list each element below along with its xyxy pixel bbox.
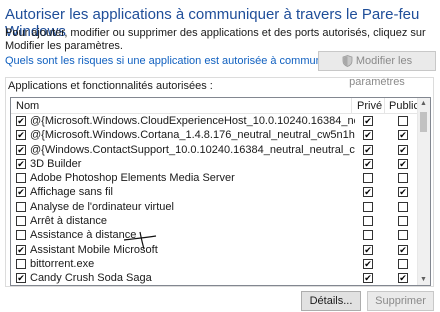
app-enabled-checkbox[interactable] [16,201,26,212]
private-checkbox[interactable]: ✔ [363,144,373,155]
allowed-apps-list[interactable]: Nom Privé Public ✔ @{Microsoft.Windows.Cl… [10,97,431,286]
private-checkbox[interactable]: ✔ [363,273,373,284]
modify-settings-button[interactable]: Modifier les paramètres [318,51,436,88]
public-checkbox[interactable]: ✔ [398,273,408,284]
list-item[interactable]: ✔ Affichage sans fil ✔ ✔ [11,186,419,200]
private-checkbox[interactable]: ✔ [363,130,373,141]
public-checkbox[interactable] [398,258,408,269]
app-name: Assistant Mobile Microsoft [30,243,158,256]
list-item[interactable]: Adobe Photoshop Elements Media Server [11,172,419,186]
remove-button[interactable]: Supprimer [367,291,434,311]
list-item[interactable]: Arrêt à distance [11,215,419,229]
app-name: 3D Builder [30,157,82,170]
column-public-header[interactable]: Public [389,100,419,112]
app-enabled-checkbox[interactable]: ✔ [16,273,26,284]
private-checkbox[interactable]: ✔ [363,258,373,269]
app-name: @{Microsoft.Windows.CloudExperienceHost_… [30,115,355,127]
vertical-scrollbar[interactable]: ▲ ▼ [417,98,430,285]
public-checkbox[interactable]: ✔ [398,144,408,155]
details-button[interactable]: Détails... [301,291,361,311]
app-enabled-checkbox[interactable]: ✔ [16,187,26,198]
scroll-up-arrow-icon[interactable]: ▲ [420,100,427,107]
public-checkbox[interactable]: ✔ [398,244,408,255]
app-name: Analyse de l'ordinateur virtuel [30,200,174,213]
app-name: Arrêt à distance [30,215,108,228]
list-item[interactable]: ✔ 3D Builder ✔ ✔ [11,158,419,172]
private-checkbox[interactable] [363,230,373,241]
private-checkbox[interactable]: ✔ [363,116,373,126]
private-checkbox[interactable]: ✔ [363,187,373,198]
app-name: Adobe Photoshop Elements Media Server [30,172,235,185]
public-checkbox[interactable] [398,116,408,126]
app-enabled-checkbox[interactable]: ✔ [16,244,26,255]
allowed-apps-label: Applications et fonctionnalités autorisé… [8,80,213,92]
page-description: Pour ajouter, modifier ou supprimer des … [5,27,426,52]
uac-shield-icon [342,55,353,73]
scrollbar-thumb[interactable] [420,112,427,132]
list-item[interactable]: bittorrent.exe ✔ [11,258,419,272]
column-divider[interactable] [384,98,385,113]
list-item[interactable]: ✔ @{Microsoft.Windows.Cortana_1.4.8.176_n… [11,129,419,143]
public-checkbox[interactable]: ✔ [398,130,408,141]
private-checkbox[interactable]: ✔ [363,158,373,169]
public-checkbox[interactable]: ✔ [398,187,408,198]
list-item[interactable]: ✔ @{Microsoft.Windows.CloudExperienceHost… [11,115,419,129]
private-checkbox[interactable]: ✔ [363,244,373,255]
app-enabled-checkbox[interactable]: ✔ [16,158,26,169]
app-name: Candy Crush Soda Saga [30,272,152,285]
private-checkbox[interactable] [363,216,373,227]
app-name: @{Windows.ContactSupport_10.0.10240.1638… [30,143,355,156]
list-item[interactable]: ✔ @{Windows.ContactSupport_10.0.10240.163… [11,144,419,158]
list-item[interactable]: ✔ Assistant Mobile Microsoft ✔ ✔ [11,244,419,258]
app-enabled-checkbox[interactable] [16,173,26,184]
public-checkbox[interactable]: ✔ [398,158,408,169]
column-divider[interactable] [351,98,352,113]
app-enabled-checkbox[interactable] [16,216,26,227]
app-enabled-checkbox[interactable]: ✔ [16,116,26,126]
scroll-down-arrow-icon[interactable]: ▼ [420,276,427,283]
app-enabled-checkbox[interactable] [16,258,26,269]
handwritten-mark [123,231,157,250]
public-checkbox[interactable] [398,230,408,241]
list-item[interactable]: Analyse de l'ordinateur virtuel [11,201,419,215]
app-enabled-checkbox[interactable]: ✔ [16,144,26,155]
app-name: bittorrent.exe [30,257,95,270]
public-checkbox[interactable] [398,216,408,227]
list-rows: ✔ @{Microsoft.Windows.CloudExperienceHost… [11,115,419,285]
app-enabled-checkbox[interactable]: ✔ [16,130,26,141]
app-name: Affichage sans fil [30,186,113,199]
column-name-header[interactable]: Nom [16,100,39,112]
list-item[interactable]: ✔ Candy Crush Soda Saga ✔ ✔ [11,272,419,285]
private-checkbox[interactable] [363,173,373,184]
app-name: Assistance à distance [30,229,137,242]
app-name: @{Microsoft.Windows.Cortana_1.4.8.176_ne… [30,129,355,142]
risks-link[interactable]: Quels sont les risques si une applicatio… [5,55,355,67]
list-item[interactable]: Assistance à distance [11,229,419,243]
public-checkbox[interactable] [398,173,408,184]
list-header: Nom Privé Public [11,98,419,114]
public-checkbox[interactable] [398,201,408,212]
private-checkbox[interactable] [363,201,373,212]
app-enabled-checkbox[interactable] [16,230,26,241]
column-private-header[interactable]: Privé [357,100,382,112]
